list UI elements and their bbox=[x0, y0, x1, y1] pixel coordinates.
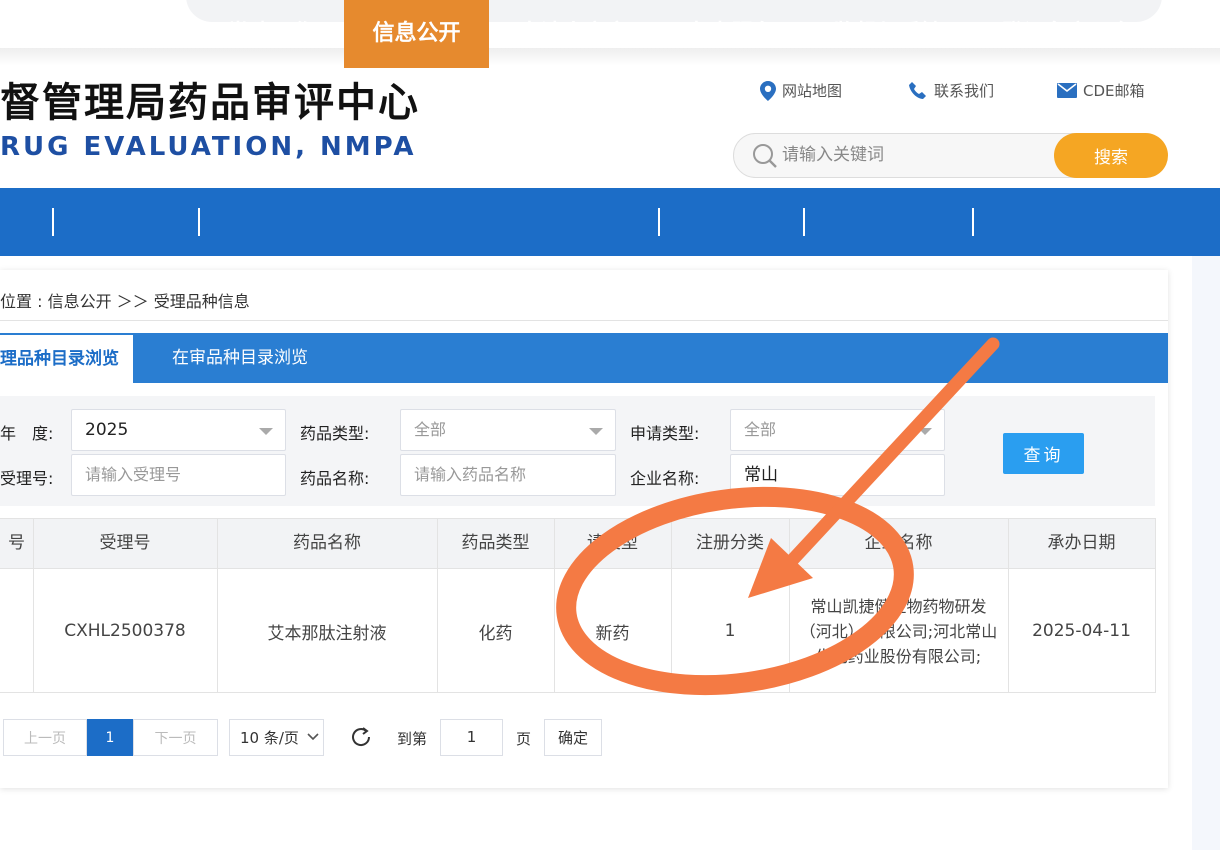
nav-item-policy[interactable]: 政策法规 bbox=[56, 0, 196, 68]
col-header-index: 号 bbox=[8, 533, 25, 553]
col-header-reg-class: 注册分类 bbox=[696, 533, 764, 553]
mail-icon bbox=[1057, 83, 1077, 98]
drug-type-value: 全部 bbox=[414, 420, 447, 439]
contact-label: 联系我们 bbox=[934, 82, 995, 100]
year-select[interactable]: 2025 bbox=[71, 409, 286, 451]
apply-type-value: 全部 bbox=[744, 420, 777, 439]
site-title: 督管理局药品审评中心 bbox=[0, 80, 420, 126]
cell-date: 2025-04-11 bbox=[1032, 621, 1131, 641]
year-label: 年 度: bbox=[0, 424, 54, 443]
nav-item-info-public[interactable]: 信息公开 bbox=[344, 0, 489, 68]
site-map-link[interactable]: 网站地图 bbox=[760, 80, 842, 101]
nav-divider bbox=[972, 208, 974, 236]
nav-item-service[interactable]: 办事服务 bbox=[661, 0, 801, 68]
cde-mail-link[interactable]: CDE邮箱 bbox=[1057, 80, 1145, 101]
goto-page-input[interactable]: 1 bbox=[440, 719, 503, 756]
tab-accepted-catalog[interactable]: 理品种目录浏览 bbox=[0, 335, 133, 383]
col-header-accept-no: 受理号 bbox=[99, 533, 151, 553]
page-size-value: 10 条/页 bbox=[240, 729, 299, 747]
accept-no-input[interactable]: 请输入受理号 bbox=[71, 454, 286, 496]
breadcrumb: 位置 : 信息公开 ＞＞ 受理品种信息 bbox=[0, 292, 250, 311]
col-header-drug-name: 药品名称 bbox=[293, 533, 361, 553]
cell-accept-no[interactable]: CXHL2500378 bbox=[33, 569, 217, 693]
chevron-down-icon bbox=[259, 428, 273, 435]
accept-no-label: 受理号: bbox=[0, 469, 54, 488]
phone-icon bbox=[909, 81, 926, 99]
nav-item-party[interactable]: 党建工作 bbox=[201, 0, 341, 68]
breadcrumb-divider bbox=[0, 320, 1168, 321]
search-button[interactable]: 搜索 bbox=[1054, 133, 1168, 178]
cell-reg-class: 1 bbox=[724, 621, 736, 641]
company-label: 企业名称: bbox=[630, 469, 700, 488]
drug-type-label: 药品类型: bbox=[300, 424, 370, 443]
year-value: 2025 bbox=[85, 420, 129, 440]
page-size-select[interactable]: 10 条/页 bbox=[229, 719, 324, 756]
chevron-down-icon bbox=[589, 428, 603, 435]
drug-type-select[interactable]: 全部 bbox=[400, 409, 616, 451]
page-unit-label: 页 bbox=[516, 730, 532, 748]
nav-divider bbox=[52, 208, 54, 236]
nav-item-registration[interactable]: 登记备案平台 bbox=[975, 0, 1160, 68]
col-header-apply-type: 请类型 bbox=[587, 533, 638, 553]
nav-item-supervision[interactable]: 监督与反馈 bbox=[806, 0, 970, 68]
goto-label: 到第 bbox=[397, 730, 428, 748]
query-button[interactable]: 查询 bbox=[1003, 433, 1084, 474]
drug-name-input[interactable]: 请输入药品名称 bbox=[400, 454, 616, 496]
nav-item-applicant[interactable]: 申请人之窗 bbox=[491, 0, 656, 68]
apply-type-label: 申请类型: bbox=[630, 424, 700, 443]
apply-type-select[interactable]: 全部 bbox=[730, 409, 945, 451]
col-header-drug-type: 药品类型 bbox=[461, 533, 530, 553]
col-header-date: 承办日期 bbox=[1047, 533, 1116, 553]
tab-under-review-catalog[interactable]: 在审品种目录浏览 bbox=[172, 333, 308, 383]
site-subtitle: RUG EVALUATION, NMPA bbox=[0, 132, 417, 162]
cell-apply-type: 新药 bbox=[595, 623, 630, 644]
next-page-button[interactable]: 下一页 bbox=[133, 719, 218, 756]
cell-drug-type: 化药 bbox=[478, 623, 513, 644]
cell-drug-name: 艾本那肽注射液 bbox=[267, 623, 387, 644]
col-divider bbox=[1155, 518, 1156, 693]
company-input[interactable]: 常山 bbox=[730, 454, 945, 496]
prev-page-button[interactable]: 上一页 bbox=[3, 719, 87, 756]
search-input[interactable] bbox=[782, 138, 1042, 172]
nav-divider bbox=[803, 208, 805, 236]
location-pin-icon bbox=[760, 80, 776, 101]
contact-link[interactable]: 联系我们 bbox=[908, 80, 994, 101]
cde-mail-label: CDE邮箱 bbox=[1083, 82, 1145, 100]
chevron-down-icon bbox=[307, 733, 319, 741]
page-1-button[interactable]: 1 bbox=[87, 719, 133, 756]
nav-divider bbox=[658, 208, 660, 236]
goto-confirm-button[interactable]: 确定 bbox=[544, 719, 602, 756]
main-nav bbox=[0, 188, 1220, 256]
drug-name-label: 药品名称: bbox=[300, 469, 370, 488]
refresh-icon[interactable] bbox=[349, 725, 373, 749]
cell-company: 常山凯捷健生物药物研发（河北）有限公司;河北常山生化药业股份有限公司; bbox=[799, 596, 998, 666]
chevron-down-icon bbox=[918, 428, 932, 435]
page-side-strip bbox=[1192, 256, 1220, 850]
col-header-company: 企业名称 bbox=[864, 533, 933, 553]
nav-divider bbox=[198, 208, 200, 236]
site-map-label: 网站地图 bbox=[782, 82, 843, 100]
nav-item-center[interactable]: 中心 bbox=[0, 0, 44, 68]
search-icon bbox=[753, 144, 777, 168]
